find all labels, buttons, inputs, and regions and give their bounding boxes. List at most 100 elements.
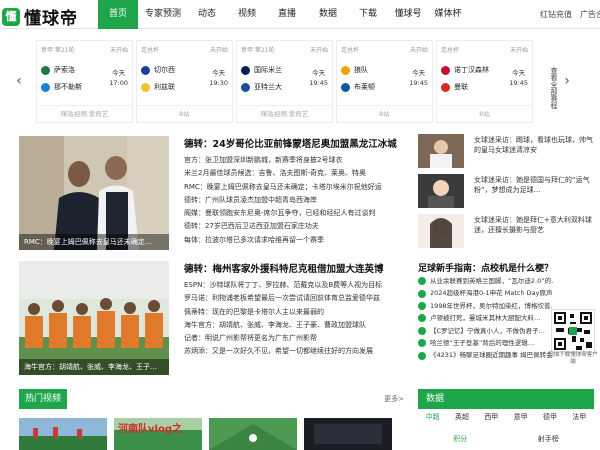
away-team: 布莱顿 xyxy=(341,82,375,92)
nav-item-video[interactable]: 视频 xyxy=(226,0,268,29)
news-item[interactable]: 米兰2月最佳球员候选：吉鲁、洛夫图斯-奇克、莱奥、特奥 xyxy=(184,167,402,180)
video-thumbnail[interactable]: 河南队vlog之 xyxy=(114,418,202,450)
news-item[interactable]: 德转：27岁巴西后卫达西亚加盟石家庄功夫 xyxy=(184,220,402,233)
away-team: 那不勒斯 xyxy=(41,82,82,92)
home-team: 国际米兰 xyxy=(241,65,282,75)
home-team: 狼队 xyxy=(341,65,368,75)
tab-top-scorers[interactable]: 射手榜 xyxy=(538,434,559,444)
play-icon xyxy=(418,326,426,335)
home-team: 切尔西 xyxy=(141,65,175,75)
qr-caption: 扫描下载懂球帝客户端 xyxy=(548,352,598,365)
news-item[interactable]: 每体：拉波尔塔已多次请求哈维再留一个赛季 xyxy=(184,234,402,247)
nav-right: 红钻充值 广告合 xyxy=(540,0,600,29)
match-broadcast[interactable]: 咪咕视频,爱奇艺 xyxy=(237,105,332,122)
away-team: 亚特兰大 xyxy=(241,82,282,92)
match-broadcast[interactable]: 咪咕视频,爱奇艺 xyxy=(37,105,132,122)
nav-item-predictions[interactable]: 专家预测 xyxy=(138,0,188,29)
video-thumbnail[interactable] xyxy=(19,418,107,450)
list-item[interactable]: 2024超级杯海港0-1申花 Match Day原声… xyxy=(418,287,553,299)
home-team: 萨索洛 xyxy=(41,65,75,75)
nav-item-home[interactable]: 首页 xyxy=(98,0,138,29)
data-subtabs: 积分 射手榜 xyxy=(418,434,594,444)
list-item[interactable]: 女球迷采访：踢球，看球也玩球，帅气的皇马女球迷清凉安 xyxy=(418,134,594,170)
match-time: 今天 19:45 xyxy=(409,69,428,87)
news-image-caption: 海牛官方：胡靖航、张威、李海龙、王子… xyxy=(19,359,169,375)
tab-laliga[interactable]: 西甲 xyxy=(484,412,498,422)
team-badge-icon xyxy=(241,82,250,92)
match-schedule-bar: ‹ 意甲 第21轮 未开始 萨索洛 那不勒斯 今天 17:00 咪咕视频,爱奇艺 足… xyxy=(0,40,600,123)
news-item[interactable]: 罗马诺：利物浦老板希望最后一次尝试请回前体育总监爱德华兹 xyxy=(184,292,402,305)
news-item[interactable]: 德转：广州队球员凌杰加盟中超青岛西海岸 xyxy=(184,194,402,207)
team-badge-icon xyxy=(141,82,150,92)
nav-item-live[interactable]: 直播 xyxy=(268,0,306,29)
news-item[interactable]: 官方：张卫加盟深圳新鹏城，新赛季将身披2号球衣 xyxy=(184,154,402,167)
chevron-left-icon[interactable]: ‹ xyxy=(8,40,30,123)
nav-item-data[interactable]: 数据 xyxy=(306,0,350,29)
list-item[interactable]: 女球迷采访：她是德国与拜仁的“运气粉”，梦想成为足球… xyxy=(418,174,594,210)
tab-seriea[interactable]: 意甲 xyxy=(514,412,528,422)
play-icon xyxy=(418,314,426,323)
list-item[interactable]: 《4231》畅聊足球圈近期趣事 姆巴佩转会… xyxy=(418,349,553,361)
news-item[interactable]: 阁媒：曼联领跑安东尼奥-席尔瓦争夺，已经和经纪人有过谈判 xyxy=(184,207,402,220)
tab-csl[interactable]: 中超 xyxy=(426,412,440,422)
match-broadcast[interactable]: 8站 xyxy=(437,105,532,122)
ads-link[interactable]: 广告合 xyxy=(580,0,600,29)
tab-standings[interactable]: 积分 xyxy=(453,434,467,444)
nav-item-media-cup[interactable]: 媒体杯 xyxy=(430,0,466,29)
site-logo[interactable]: 懂 懂球帝 xyxy=(2,4,78,29)
list-item[interactable]: 从业余联赛到英格兰国脚，“瓦尔迪2.0”的… xyxy=(418,275,553,287)
list-item[interactable]: 1998年世界杯，奥尔特加染红，博格坎普… xyxy=(418,300,553,312)
news-headline[interactable]: 德转：24岁哥伦比亚前锋蒙塔尼奥加盟黑龙江冰城 xyxy=(184,136,402,150)
match-card[interactable]: 足总杯 未开始 切尔西 利兹联 今天 19:30 8站 xyxy=(136,40,233,123)
nav-item-download[interactable]: 下载 xyxy=(350,0,386,29)
team-badge-icon xyxy=(441,65,450,75)
list-item[interactable]: 哈兰德“王子登基”背后的理性逻辑… xyxy=(418,337,553,349)
guide-title[interactable]: 足球新手指南：点校机是什么梗？ xyxy=(418,261,553,274)
list-item[interactable]: 卢顿被打死，曼城米其林大厨配大料… xyxy=(418,312,553,324)
news-headline[interactable]: 德转：梅州客家外援科特尼克租借加盟大连英博 xyxy=(184,261,402,275)
match-league: 足总杯 xyxy=(441,47,460,54)
recharge-link[interactable]: 红钻充值 xyxy=(540,0,572,29)
match-card[interactable]: 足总杯 未开始 狼队 布莱顿 今天 19:45 8站 xyxy=(336,40,433,123)
match-broadcast[interactable]: 8站 xyxy=(337,105,432,122)
section-title: 热门视频 xyxy=(19,389,68,409)
list-item[interactable]: 【C罗记忆】宁做真小人，不做伪君子… xyxy=(418,325,553,337)
news-image[interactable]: RMC：晚宴上姆巴佩称去皇马还未确定… xyxy=(19,136,169,250)
tab-epl[interactable]: 英超 xyxy=(455,412,469,422)
news-item[interactable]: 海牛官方：胡靖航、张威、李海龙、王子豪、曹政加盟球队 xyxy=(184,319,402,332)
list-item-title: 女球迷采访：她是德国与拜仁的“运气粉”，梦想成为足球… xyxy=(474,176,590,194)
logo-text: 懂球帝 xyxy=(24,9,78,29)
match-card[interactable]: 意甲 第21轮 未开始 国际米兰 亚特兰大 今天 19:45 咪咕视频,爱奇艺 xyxy=(236,40,333,123)
match-broadcast[interactable]: 8站 xyxy=(137,105,232,122)
thumbnail xyxy=(418,134,464,168)
match-card[interactable]: 足总杯 未开始 诺丁汉森林 曼联 今天 19:45 8站 xyxy=(436,40,533,123)
video-preview-icon xyxy=(209,418,297,450)
news-item[interactable]: RMC：晚宴上姆巴佩称去皇马还未确定；卡塔尔埃米尔祝他好运 xyxy=(184,181,402,194)
news-image[interactable]: 海牛官方：胡靖航、张威、李海龙、王子… xyxy=(19,261,169,375)
news-item[interactable]: 佩蒂特：现在的巴黎是卡塔尔人主以来最弱的 xyxy=(184,306,402,319)
team-badge-icon xyxy=(441,82,450,92)
more-link[interactable]: 更多> xyxy=(384,394,404,404)
news-item[interactable]: ESPN：沙特球队将丁丁、罗拉赫、范戴克以及B费等人视为目标 xyxy=(184,279,402,292)
video-thumbnail[interactable] xyxy=(209,418,297,450)
match-time: 今天 19:45 xyxy=(309,69,328,87)
nav-item-feed[interactable]: 动态 xyxy=(188,0,226,29)
home-team: 诺丁汉森林 xyxy=(441,65,489,75)
nav-item-dongqiu-hao[interactable]: 懂球号 xyxy=(386,0,430,29)
video-thumbnail[interactable] xyxy=(304,418,392,450)
video-title: 河南队vlog之 xyxy=(118,424,182,435)
match-card[interactable]: 意甲 第21轮 未开始 萨索洛 那不勒斯 今天 17:00 咪咕视频,爱奇艺 xyxy=(36,40,133,123)
main-menu: 首页 专家预测 动态 视频 直播 数据 下载 懂球号 媒体杯 xyxy=(98,0,466,29)
match-league: 意甲 第21轮 xyxy=(41,47,75,54)
news-list: 德转：24岁哥伦比亚前锋蒙塔尼奥加盟黑龙江冰城 官方：张卫加盟深圳新鹏城，新赛季… xyxy=(184,136,402,247)
chevron-right-icon[interactable]: › xyxy=(556,40,578,123)
play-icon xyxy=(418,351,426,360)
match-league: 意甲 第21轮 xyxy=(241,47,275,54)
play-icon xyxy=(418,302,426,311)
team-badge-icon xyxy=(241,65,250,75)
news-item[interactable]: 苏炳添：又是一次好久不见，希望一切都继续往好的方向发展 xyxy=(184,345,402,358)
tab-bundesliga[interactable]: 德甲 xyxy=(543,412,557,422)
tab-ligue1[interactable]: 法甲 xyxy=(572,412,586,422)
news-item[interactable]: 记者：明说广州影帮将更名为广东广州影帮 xyxy=(184,332,402,345)
list-item[interactable]: 女球迷采访：她是拜仁+意大利双料球迷，还擅长摄影与厨艺 xyxy=(418,214,594,250)
